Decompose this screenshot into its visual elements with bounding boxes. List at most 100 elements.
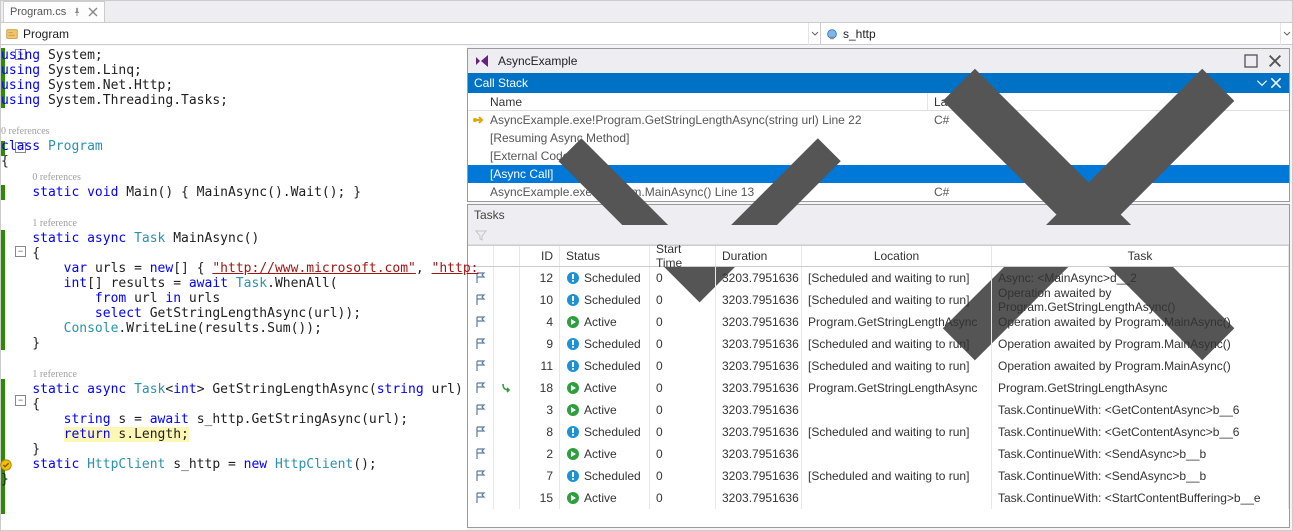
status-cell: Scheduled	[560, 289, 650, 311]
id-cell: 7	[520, 465, 560, 487]
duration-cell: 3203.7951636	[716, 377, 802, 399]
task-row[interactable]: 7Scheduled03203.7951636[Scheduled and wa…	[468, 465, 1289, 487]
status-cell: Scheduled	[560, 421, 650, 443]
duration-cell: 3203.7951636	[716, 355, 802, 377]
task-cell: Task.ContinueWith: <GetContentAsync>b__6	[992, 421, 1289, 443]
col-current[interactable]	[494, 246, 520, 266]
start-cell: 0	[650, 443, 716, 465]
current-cell	[494, 443, 520, 465]
col-duration[interactable]: Duration	[716, 246, 802, 266]
close-icon[interactable]	[1269, 76, 1283, 90]
task-cell: Operation awaited by Program.MainAsync()	[992, 311, 1289, 333]
task-row[interactable]: 18Active03203.7951636Program.GetStringLe…	[468, 377, 1289, 399]
status-cell: Active	[560, 311, 650, 333]
duration-cell: 3203.7951636	[716, 399, 802, 421]
location-cell: Program.GetStringLengthAsync	[802, 311, 992, 333]
current-cell	[494, 267, 520, 289]
status-cell: Active	[560, 399, 650, 421]
duration-cell: 3203.7951636	[716, 487, 802, 509]
task-row[interactable]: 2Active03203.7951636Task.ContinueWith: <…	[468, 443, 1289, 465]
current-cell	[494, 355, 520, 377]
code-area[interactable]: using System;using System.Linq;using Sys…	[1, 46, 478, 530]
duration-cell: 3203.7951636	[716, 421, 802, 443]
filter-icon[interactable]	[474, 228, 488, 242]
start-cell: 0	[650, 311, 716, 333]
location-cell: [Scheduled and waiting to run]	[802, 421, 992, 443]
id-cell: 18	[520, 377, 560, 399]
task-row[interactable]: 15Active03203.7951636 Task.ContinueWith: …	[468, 487, 1289, 509]
location-cell: [Scheduled and waiting to run]	[802, 355, 992, 377]
class-icon	[5, 27, 19, 41]
start-cell: 0	[650, 333, 716, 355]
id-cell: 3	[520, 399, 560, 421]
task-cell: Operation awaited by Program.GetStringLe…	[992, 289, 1289, 311]
location-cell: [Scheduled and waiting to run]	[802, 267, 992, 289]
task-cell: Task.ContinueWith: <StartContentBufferin…	[992, 487, 1289, 509]
id-cell: 15	[520, 487, 560, 509]
nav-class-label: Program	[23, 27, 69, 41]
status-cell: Scheduled	[560, 465, 650, 487]
task-row[interactable]: 10Scheduled03203.7951636[Scheduled and w…	[468, 289, 1289, 311]
tasks-title: Tasks	[474, 208, 505, 222]
status-cell: Scheduled	[560, 355, 650, 377]
location-cell: [Scheduled and waiting to run]	[802, 465, 992, 487]
task-cell: Operation awaited by Program.MainAsync()	[992, 355, 1289, 377]
id-cell: 2	[520, 443, 560, 465]
code-editor[interactable]: − − − − using System;using System.Linq;u…	[1, 46, 467, 530]
id-cell: 9	[520, 333, 560, 355]
location-cell	[802, 443, 992, 465]
current-cell	[494, 333, 520, 355]
duration-cell: 3203.7951636	[716, 465, 802, 487]
id-cell: 11	[520, 355, 560, 377]
col-start[interactable]: Start Time	[650, 246, 716, 266]
tasks-toolbar	[468, 225, 1289, 245]
chevron-down-icon	[1283, 30, 1291, 38]
tasks-body: 12Scheduled03203.7951636[Scheduled and w…	[468, 267, 1289, 509]
close-icon[interactable]	[88, 7, 98, 17]
task-row[interactable]: 11Scheduled03203.7951636[Scheduled and w…	[468, 355, 1289, 377]
tab-title: Program.cs	[10, 6, 66, 18]
id-cell: 12	[520, 267, 560, 289]
status-cell: Active	[560, 443, 650, 465]
current-cell	[494, 421, 520, 443]
location-cell	[802, 399, 992, 421]
col-status[interactable]: Status	[560, 246, 650, 266]
current-cell	[494, 311, 520, 333]
task-row[interactable]: 8Scheduled03203.7951636[Scheduled and wa…	[468, 421, 1289, 443]
tasks-columns: ID Status Start Time Duration Location T…	[468, 245, 1289, 267]
col-task[interactable]: Task	[992, 246, 1289, 266]
start-cell: 0	[650, 355, 716, 377]
status-cell: Active	[560, 487, 650, 509]
duration-cell: 3203.7951636	[716, 267, 802, 289]
current-cell	[494, 289, 520, 311]
task-row[interactable]: 9Scheduled03203.7951636[Scheduled and wa…	[468, 333, 1289, 355]
window-dropdown-icon[interactable]	[1255, 76, 1269, 90]
duration-cell: 3203.7951636	[716, 311, 802, 333]
start-cell: 0	[650, 377, 716, 399]
task-cell: Task.ContinueWith: <SendAsync>b__b	[992, 443, 1289, 465]
status-cell: Active	[560, 377, 650, 399]
task-row[interactable]: 4Active03203.7951636Program.GetStringLen…	[468, 311, 1289, 333]
start-cell: 0	[650, 267, 716, 289]
current-cell	[494, 487, 520, 509]
col-location[interactable]: Location	[802, 246, 992, 266]
duration-cell: 3203.7951636	[716, 333, 802, 355]
current-cell	[494, 465, 520, 487]
id-cell: 10	[520, 289, 560, 311]
task-cell: Task.ContinueWith: <SendAsync>b__b	[992, 465, 1289, 487]
location-cell: [Scheduled and waiting to run]	[802, 333, 992, 355]
task-row[interactable]: 3Active03203.7951636 Task.ContinueWith: <…	[468, 399, 1289, 421]
status-cell: Scheduled	[560, 267, 650, 289]
duration-cell: 3203.7951636	[716, 289, 802, 311]
tasks-panel-header[interactable]: Tasks	[468, 205, 1289, 225]
status-cell: Scheduled	[560, 333, 650, 355]
pin-icon[interactable]	[72, 7, 82, 17]
document-tab-program-cs[interactable]: Program.cs	[3, 1, 105, 22]
start-cell: 0	[650, 465, 716, 487]
start-cell: 0	[650, 289, 716, 311]
start-cell: 0	[650, 487, 716, 509]
task-cell: Task.ContinueWith: <GetContentAsync>b__6	[992, 399, 1289, 421]
location-cell: Program.GetStringLengthAsync	[802, 377, 992, 399]
start-cell: 0	[650, 399, 716, 421]
col-id[interactable]: ID	[520, 246, 560, 266]
